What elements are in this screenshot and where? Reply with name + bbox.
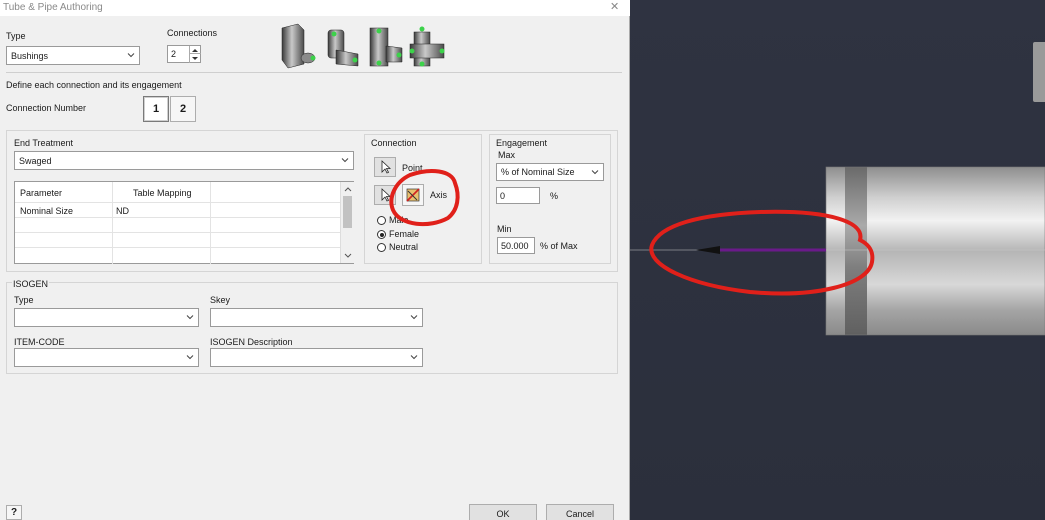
point-label: Point — [402, 163, 423, 173]
chevron-down-icon — [591, 170, 599, 175]
connection-2-button[interactable]: 2 — [170, 96, 196, 122]
table-scrollbar[interactable] — [340, 182, 354, 263]
connection-label: Connection — [371, 138, 417, 148]
type-dropdown[interactable]: Bushings — [6, 46, 140, 65]
end-treatment-value: Swaged — [19, 156, 52, 166]
skey-label: Skey — [210, 295, 231, 305]
connections-label: Connections — [167, 28, 218, 38]
min-value: 50.000 — [501, 241, 529, 251]
max-mode-value: % of Nominal Size — [501, 167, 575, 177]
max-value: 0 — [500, 191, 506, 201]
end-treatment-label: End Treatment — [14, 138, 74, 148]
max-mode-dropdown[interactable]: % of Nominal Size — [496, 163, 604, 181]
model-viewport[interactable] — [630, 0, 1045, 520]
radio-neutral-label: Neutral — [389, 242, 419, 252]
fitting-thumbnails-icon — [281, 23, 445, 69]
define-text: Define each connection and its engagemen… — [6, 80, 182, 90]
min-value-input[interactable]: 50.000 — [497, 237, 535, 254]
point-select-button[interactable] — [374, 157, 396, 177]
chevron-down-icon — [186, 355, 194, 360]
table-header-parameter: Parameter — [20, 188, 63, 198]
separator — [6, 72, 622, 73]
bushing-model — [630, 166, 1045, 336]
min-unit: % of Max — [540, 241, 578, 251]
max-value-input[interactable]: 0 — [496, 187, 540, 204]
axis-select-button[interactable] — [374, 185, 396, 205]
scroll-thumb[interactable] — [343, 196, 352, 228]
caret-down-icon — [192, 57, 198, 60]
spin-up-button[interactable] — [189, 46, 201, 54]
axis-label: Axis — [430, 190, 448, 200]
end-treatment-dropdown[interactable]: Swaged — [14, 151, 354, 170]
cursor-arrow-icon — [381, 188, 392, 202]
item-code-dropdown[interactable] — [14, 348, 199, 367]
connections-spinner[interactable]: 2 — [167, 45, 201, 63]
table-cell-mapping: ND — [116, 206, 129, 216]
connection-1-button[interactable]: 1 — [143, 96, 169, 122]
axis-icon — [406, 188, 420, 202]
close-icon[interactable]: ✕ — [610, 0, 619, 13]
scroll-down-icon[interactable] — [343, 252, 353, 260]
tube-pipe-authoring-dialog: Tube & Pipe Authoring ✕ Type Bushings Co… — [0, 0, 630, 520]
min-label: Min — [497, 224, 512, 234]
isogen-description-label: ISOGEN Description — [210, 337, 293, 347]
caret-up-icon — [192, 49, 198, 52]
isogen-type-dropdown[interactable] — [14, 308, 199, 327]
radio-female-label: Female — [389, 229, 420, 239]
item-code-label: ITEM-CODE — [14, 337, 65, 347]
chevron-down-icon — [410, 355, 418, 360]
radio-neutral[interactable] — [377, 243, 386, 252]
table-grid-line — [15, 232, 340, 233]
window-title: Tube & Pipe Authoring — [3, 2, 103, 13]
radio-male[interactable] — [377, 216, 386, 225]
skey-dropdown[interactable] — [210, 308, 423, 327]
max-unit: % — [550, 191, 559, 201]
table-cell-parameter: Nominal Size — [20, 206, 74, 216]
table-header-mapping: Table Mapping — [133, 188, 192, 198]
ok-button[interactable]: OK — [469, 504, 537, 520]
engagement-label: Engagement — [496, 138, 548, 148]
isogen-description-dropdown[interactable] — [210, 348, 423, 367]
parameter-table[interactable]: Parameter Table Mapping Nominal Size ND — [14, 181, 354, 264]
spin-down-button[interactable] — [189, 54, 201, 63]
type-value: Bushings — [11, 51, 49, 61]
isogen-type-label: Type — [14, 295, 34, 305]
chevron-down-icon — [410, 315, 418, 320]
title-bar: Tube & Pipe Authoring ✕ — [0, 0, 630, 16]
connections-value: 2 — [171, 49, 177, 59]
radio-male-label: Male — [389, 215, 409, 225]
isogen-label: ISOGEN — [12, 279, 50, 289]
type-label: Type — [6, 31, 26, 41]
radio-female[interactable] — [377, 230, 386, 239]
chevron-down-icon — [341, 158, 349, 163]
chevron-down-icon — [127, 53, 135, 58]
table-row[interactable]: Nominal Size ND — [15, 203, 340, 218]
table-grid-line — [112, 182, 113, 264]
max-label: Max — [498, 150, 516, 160]
cursor-arrow-icon — [381, 160, 392, 174]
help-button[interactable]: ? — [6, 505, 22, 520]
scroll-up-icon[interactable] — [343, 185, 353, 193]
axis-button[interactable] — [402, 184, 424, 206]
table-grid-line — [15, 247, 340, 248]
cancel-button[interactable]: Cancel — [546, 504, 614, 520]
table-grid-line — [210, 182, 211, 264]
chevron-down-icon — [186, 315, 194, 320]
connection-number-label: Connection Number — [6, 103, 87, 113]
